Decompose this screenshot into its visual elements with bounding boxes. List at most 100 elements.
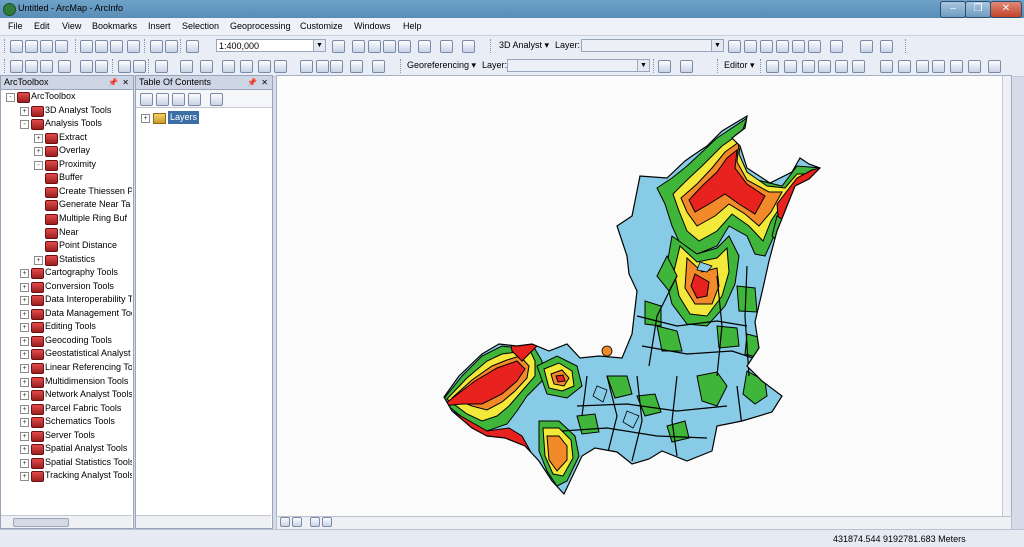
redo-icon[interactable]	[165, 40, 178, 53]
toolbar-grip[interactable]	[717, 59, 721, 73]
toolbox-item[interactable]: + Statistics	[1, 253, 132, 266]
menu-help[interactable]: Help	[403, 21, 422, 31]
menu-customize[interactable]: Customize	[300, 21, 343, 31]
expand-icon[interactable]: +	[20, 418, 29, 428]
clear-selection-icon[interactable]	[180, 60, 193, 73]
maximize-button[interactable]: ❐	[965, 1, 991, 18]
fixed-zoom-out-icon[interactable]	[95, 60, 108, 73]
toc-horizontal-scrollbar[interactable]	[136, 515, 271, 528]
editor-toolbar-icon[interactable]	[332, 40, 345, 53]
layout-view-icon[interactable]	[292, 517, 302, 527]
close-icon[interactable]: ✕	[122, 76, 129, 89]
add-data-icon[interactable]	[186, 40, 199, 53]
reshape-icon[interactable]	[932, 60, 945, 73]
menu-selection[interactable]: Selection	[182, 21, 219, 31]
toolbox-item[interactable]: + Network Analyst Tools	[1, 388, 132, 402]
sketch-properties-icon[interactable]	[898, 60, 911, 73]
chevron-down-icon[interactable]: ▼	[637, 60, 649, 71]
identify-icon[interactable]	[222, 60, 235, 73]
cut-icon[interactable]	[80, 40, 93, 53]
expand-icon[interactable]: +	[20, 336, 29, 346]
expand-icon[interactable]: +	[20, 106, 29, 116]
toolbox-item[interactable]: Create Thiessen P	[1, 185, 132, 198]
delete-icon[interactable]	[127, 40, 140, 53]
expand-icon[interactable]: +	[34, 133, 43, 143]
toolbox-item[interactable]: + Schematics Tools	[1, 415, 132, 429]
georeferencing-menu[interactable]: Georeferencing ▾	[407, 60, 476, 71]
close-icon[interactable]: ✕	[261, 76, 268, 89]
expand-icon[interactable]: +	[20, 472, 29, 482]
menu-file[interactable]: File	[8, 21, 23, 31]
straight-segment-icon[interactable]	[784, 60, 797, 73]
rotate-icon[interactable]	[658, 60, 671, 73]
expand-icon[interactable]: +	[20, 309, 29, 319]
toolbar-grip[interactable]	[75, 39, 79, 53]
help-icon[interactable]	[462, 40, 475, 53]
menu-insert[interactable]: Insert	[148, 21, 171, 31]
zoom-out-icon[interactable]	[25, 60, 38, 73]
expand-icon[interactable]: +	[20, 377, 29, 387]
toolbox-item[interactable]: + Geocoding Tools	[1, 334, 132, 347]
open-icon[interactable]	[25, 40, 38, 53]
pin-icon[interactable]: 📌	[247, 76, 257, 89]
map-scale-combo[interactable]: 1:400,000 ▼	[216, 39, 326, 52]
toolbox-item[interactable]: + Editing Tools	[1, 320, 132, 334]
toolbox-item[interactable]: + Linear Referencing Tools	[1, 361, 132, 374]
toolbar-grip[interactable]	[112, 59, 116, 73]
cut-polygons-icon[interactable]	[916, 60, 929, 73]
paste-icon[interactable]	[110, 40, 123, 53]
expand-icon[interactable]: +	[34, 147, 43, 157]
toolbox-item[interactable]: + Extract	[1, 131, 132, 144]
close-button[interactable]: ✕	[990, 1, 1022, 18]
expand-icon[interactable]: +	[20, 445, 29, 455]
3d-tool-1-icon[interactable]	[728, 40, 741, 53]
catalog-icon[interactable]	[368, 40, 381, 53]
data-view-icon[interactable]	[280, 517, 290, 527]
3d-tool-8-icon[interactable]	[860, 40, 873, 53]
menu-windows[interactable]: Windows	[354, 21, 391, 31]
find-icon[interactable]	[240, 60, 253, 73]
expand-icon[interactable]: +	[20, 350, 29, 360]
undo-icon[interactable]	[150, 40, 163, 53]
list-by-selection-icon[interactable]	[188, 93, 201, 106]
expand-icon[interactable]: +	[34, 255, 43, 265]
toolbox-item[interactable]: + Data Interoperability Toc	[1, 293, 132, 307]
menu-bookmarks[interactable]: Bookmarks	[92, 21, 137, 31]
toolbox-item[interactable]: + Data Management Tools	[1, 307, 132, 320]
list-by-source-icon[interactable]	[156, 93, 169, 106]
search-icon[interactable]	[383, 40, 396, 53]
collapse-icon[interactable]: -	[6, 93, 15, 102]
toolbox-item[interactable]: + Spatial Statistics Tools	[1, 456, 132, 469]
create-features-icon[interactable]	[988, 60, 1001, 73]
back-extent-icon[interactable]	[118, 60, 131, 73]
select-elements-icon[interactable]	[200, 60, 213, 73]
new-document-icon[interactable]	[10, 40, 23, 53]
table-icon[interactable]	[352, 40, 365, 53]
fixed-zoom-in-icon[interactable]	[80, 60, 93, 73]
toolbar-grip[interactable]	[180, 39, 184, 53]
rotate-edit-icon[interactable]	[852, 60, 865, 73]
toolbox-item[interactable]: + Parcel Fabric Tools	[1, 402, 132, 415]
minimize-button[interactable]: –	[940, 1, 966, 18]
toolbox-item[interactable]: Point Distance	[1, 239, 132, 253]
horizontal-scrollbar[interactable]	[1, 515, 132, 528]
toolbar-grip[interactable]	[490, 39, 494, 53]
refresh-icon[interactable]	[310, 517, 320, 527]
zoom-in-icon[interactable]	[10, 60, 23, 73]
expand-icon[interactable]: +	[20, 404, 29, 414]
toolbar-grip[interactable]	[400, 59, 404, 73]
options-icon[interactable]	[210, 93, 223, 106]
menu-view[interactable]: View	[62, 21, 81, 31]
select-by-graphic-icon[interactable]	[155, 60, 168, 73]
html-popup-icon[interactable]	[316, 60, 329, 73]
map-vertical-scrollbar[interactable]	[1002, 76, 1011, 516]
list-by-drawing-order-icon[interactable]	[140, 93, 153, 106]
toolbar-grip[interactable]	[905, 39, 909, 53]
expand-icon[interactable]: +	[20, 282, 29, 292]
3d-tool-5-icon[interactable]	[792, 40, 805, 53]
model-builder-icon[interactable]	[440, 40, 453, 53]
hyperlink-icon[interactable]	[300, 60, 313, 73]
toolbar-grip[interactable]	[148, 59, 152, 73]
editor-menu[interactable]: Editor ▾	[724, 60, 755, 71]
expand-icon[interactable]: +	[20, 323, 29, 333]
